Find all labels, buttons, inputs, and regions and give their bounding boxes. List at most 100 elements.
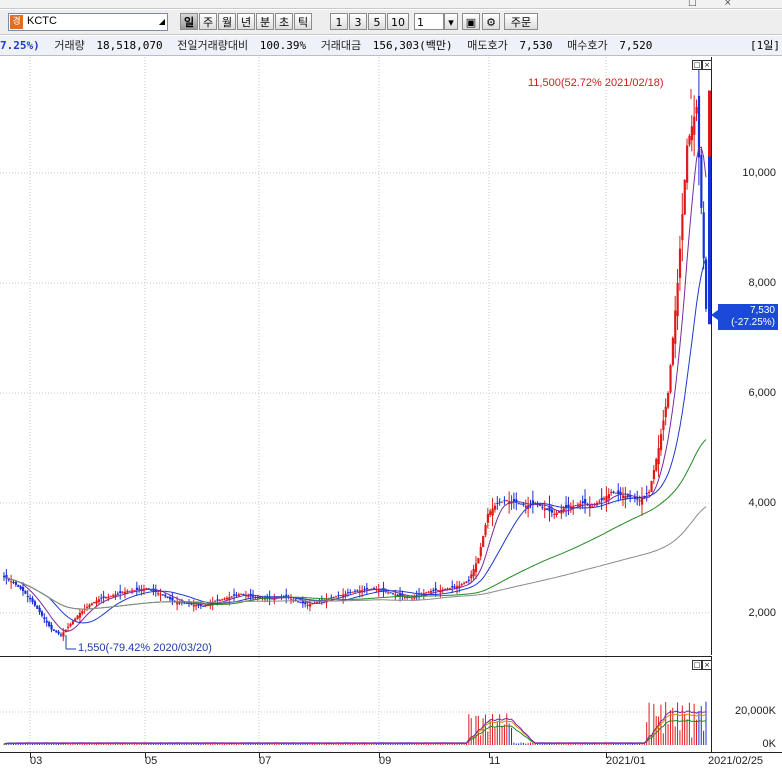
candle-body (574, 505, 577, 507)
candle-body (681, 214, 684, 241)
candle-body (71, 621, 74, 625)
period-n-dropdown[interactable]: ▾ (444, 13, 458, 30)
y-axis-label: 20,000K (735, 705, 776, 717)
candle-body (121, 592, 124, 594)
window-control-icon[interactable]: □ (688, 0, 697, 8)
count-button[interactable]: 3 (349, 13, 367, 30)
pane-close-icon[interactable]: × (702, 660, 712, 670)
x-axis-label: 09 (379, 755, 392, 767)
period-button[interactable]: 주 (199, 13, 217, 30)
candle-body (240, 593, 243, 595)
bid-value: 7,520 (619, 39, 653, 52)
candle-body (299, 602, 302, 604)
candle-body (335, 596, 338, 598)
candle-body (408, 597, 411, 599)
candle-body (185, 602, 188, 604)
candle-body (349, 591, 352, 593)
stock-selector[interactable]: 경 KCTC ◢ (8, 13, 168, 31)
candle-body (498, 501, 501, 503)
x-axis-label: 11 (489, 755, 501, 767)
period-button[interactable]: 월 (218, 13, 236, 30)
candle-body (289, 598, 293, 600)
candle-body (100, 597, 103, 599)
candle-body (81, 610, 84, 614)
candle-body (474, 563, 478, 572)
candle-body (591, 505, 594, 507)
candle-body (135, 587, 139, 590)
settings-button[interactable]: ⚙ (482, 13, 500, 30)
candle-body (674, 310, 677, 344)
candle-body (308, 604, 312, 607)
candle-body (662, 420, 665, 430)
candle-body (109, 595, 112, 597)
candle-body (484, 525, 487, 536)
candle-body (389, 592, 392, 594)
chevron-down-icon: ▾ (448, 16, 454, 29)
candle-body (501, 501, 504, 503)
window-top-strip: □ ⨯ (0, 0, 782, 9)
candle-body (223, 598, 226, 600)
candle-body (688, 135, 691, 145)
dropdown-icon[interactable]: ◢ (159, 17, 165, 26)
save-button[interactable]: ▣ (462, 13, 480, 30)
candle-body (555, 512, 558, 515)
candle-body (683, 179, 686, 215)
candle-body (221, 599, 224, 601)
price-chart-pane[interactable]: □ × 11,500(52.72% 2021/02/18) 1,550(-79.… (0, 57, 712, 655)
candle-body (346, 592, 350, 594)
candle-body (410, 597, 414, 599)
candle-body (640, 498, 644, 505)
candle-body (695, 107, 698, 114)
period-button[interactable]: 틱 (294, 13, 312, 30)
period-button[interactable]: 분 (256, 13, 274, 30)
candle-body (470, 574, 473, 579)
candle-body (33, 601, 37, 606)
low-annotation: 1,550(-79.42% 2020/03/20) (78, 642, 212, 654)
candle-body (432, 590, 435, 592)
prev-volume-ratio-label: 전일거래량대비 (177, 39, 249, 52)
candle-body (14, 581, 18, 585)
candle-body (477, 558, 480, 564)
candle-body (78, 613, 82, 618)
pane-maximize-icon[interactable]: □ (692, 660, 702, 670)
window-control-icon[interactable]: ⨯ (724, 0, 732, 8)
candle-body (48, 622, 51, 627)
stock-name: KCTC (27, 15, 57, 27)
volume-label: 거래량 (54, 39, 85, 52)
volume-ma-line (3, 710, 707, 745)
candle-body (365, 587, 369, 590)
floppy-icon: ▣ (465, 16, 477, 29)
period-button[interactable]: 일 (180, 13, 198, 30)
candle-body (598, 501, 601, 503)
candle-body (192, 604, 195, 607)
candle-body (657, 448, 660, 465)
trade-amount-value: 156,303(백만) (372, 39, 453, 52)
period-button[interactable]: 년 (237, 13, 255, 30)
candle-body (451, 586, 454, 588)
count-button[interactable]: 5 (368, 13, 386, 30)
current-price: 7,530 (749, 305, 775, 316)
order-button[interactable]: 주문 (504, 13, 538, 30)
candle-body (496, 502, 499, 504)
count-button[interactable]: 10 (387, 13, 409, 30)
interval-badge[interactable]: [1일] (750, 36, 780, 55)
candle-body (693, 116, 696, 135)
candle-body (553, 514, 556, 515)
y-axis-label: 8,000 (748, 277, 776, 289)
candle-body (543, 508, 546, 511)
candle-body (90, 603, 93, 606)
candle-body (603, 498, 606, 500)
market-badge: 경 (10, 15, 23, 29)
candle-body (363, 589, 366, 591)
pane-close-icon[interactable]: × (702, 60, 712, 70)
candle-body (116, 593, 120, 595)
period-button[interactable]: 초 (275, 13, 293, 30)
candle-body (659, 434, 663, 451)
period-n-input[interactable]: 1 (414, 13, 444, 30)
pane-maximize-icon[interactable]: □ (692, 60, 702, 70)
candle-body (581, 501, 584, 503)
volume-chart-pane[interactable]: □ × (0, 656, 712, 753)
candle-body (344, 593, 347, 596)
count-button[interactable]: 1 (330, 13, 348, 30)
candle-body (638, 500, 641, 502)
